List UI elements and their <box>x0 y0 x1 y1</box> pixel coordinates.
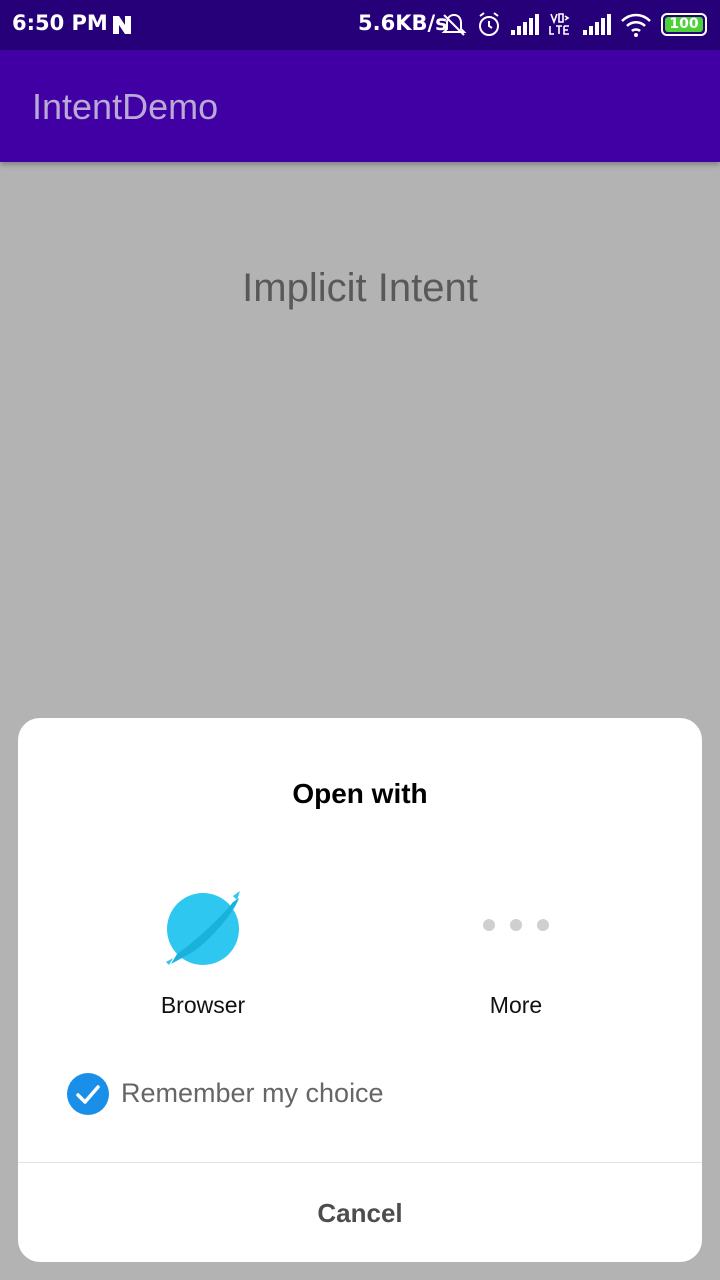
signal-icon <box>583 14 611 35</box>
more-dots-icon <box>426 919 606 931</box>
more-option[interactable]: More <box>426 883 606 1033</box>
signal-icon <box>511 14 539 35</box>
wifi-icon <box>621 13 651 37</box>
battery-icon: 100 <box>661 13 707 36</box>
status-bar: 6:50 PM 5.6KB/s 100 <box>0 0 720 50</box>
n-notification-icon <box>113 16 131 34</box>
implicit-intent-text[interactable]: Implicit Intent <box>0 266 720 311</box>
network-speed: 5.6KB/s <box>358 11 448 35</box>
browser-option[interactable]: Browser <box>113 883 293 1033</box>
checkmark-icon <box>67 1073 109 1115</box>
more-label: More <box>489 992 543 1018</box>
status-time: 6:50 PM <box>12 11 108 35</box>
browser-icon <box>166 891 240 965</box>
app-bar: IntentDemo <box>0 50 720 162</box>
remember-choice-checkbox[interactable]: Remember my choice <box>66 1072 466 1116</box>
mute-bell-icon <box>441 13 467 36</box>
remember-choice-label: Remember my choice <box>121 1078 384 1108</box>
alarm-icon <box>479 12 499 36</box>
app-title: IntentDemo <box>32 86 219 127</box>
dialog-title: Open with <box>292 778 428 809</box>
cancel-button[interactable]: Cancel <box>18 1163 702 1262</box>
battery-level: 100 <box>669 16 699 32</box>
open-with-dialog: Open with Browser More Remember my choic… <box>18 718 702 1262</box>
browser-label: Browser <box>160 992 246 1018</box>
volte-icon <box>549 13 570 35</box>
